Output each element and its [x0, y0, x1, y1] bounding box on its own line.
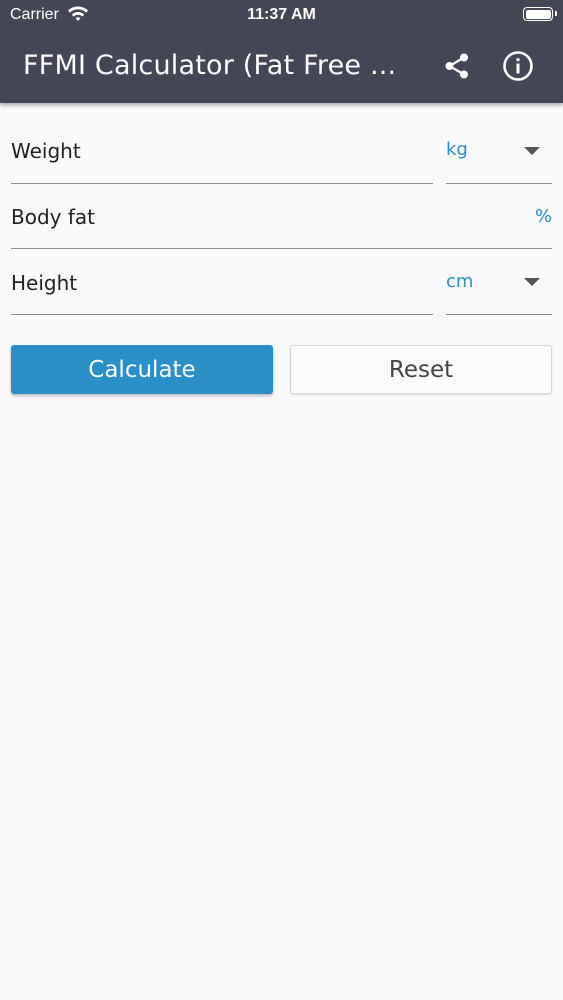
share-button[interactable]	[439, 48, 475, 84]
battery-icon	[523, 7, 557, 21]
calculate-button[interactable]: Calculate	[11, 345, 273, 394]
info-button[interactable]	[500, 48, 536, 84]
clock: 11:37 AM	[247, 6, 316, 23]
body-fat-label: Body fat	[11, 205, 95, 229]
status-bar: Carrier 11:37 AM	[0, 0, 563, 30]
chevron-down-icon	[524, 147, 540, 155]
app-bar: Carrier 11:37 AM FFMI Calculator (Fat Fr…	[0, 0, 563, 103]
info-icon	[503, 51, 533, 81]
weight-label: Weight	[11, 139, 81, 163]
share-icon	[445, 53, 468, 79]
reset-button[interactable]: Reset	[290, 345, 552, 394]
page-title: FFMI Calculator (Fat Free ...	[23, 50, 397, 81]
chevron-down-icon	[524, 278, 540, 286]
body-fat-unit: %	[535, 206, 553, 227]
weight-unit-value: kg	[446, 139, 468, 160]
height-label: Height	[11, 271, 78, 295]
height-unit-value: cm	[446, 271, 474, 292]
